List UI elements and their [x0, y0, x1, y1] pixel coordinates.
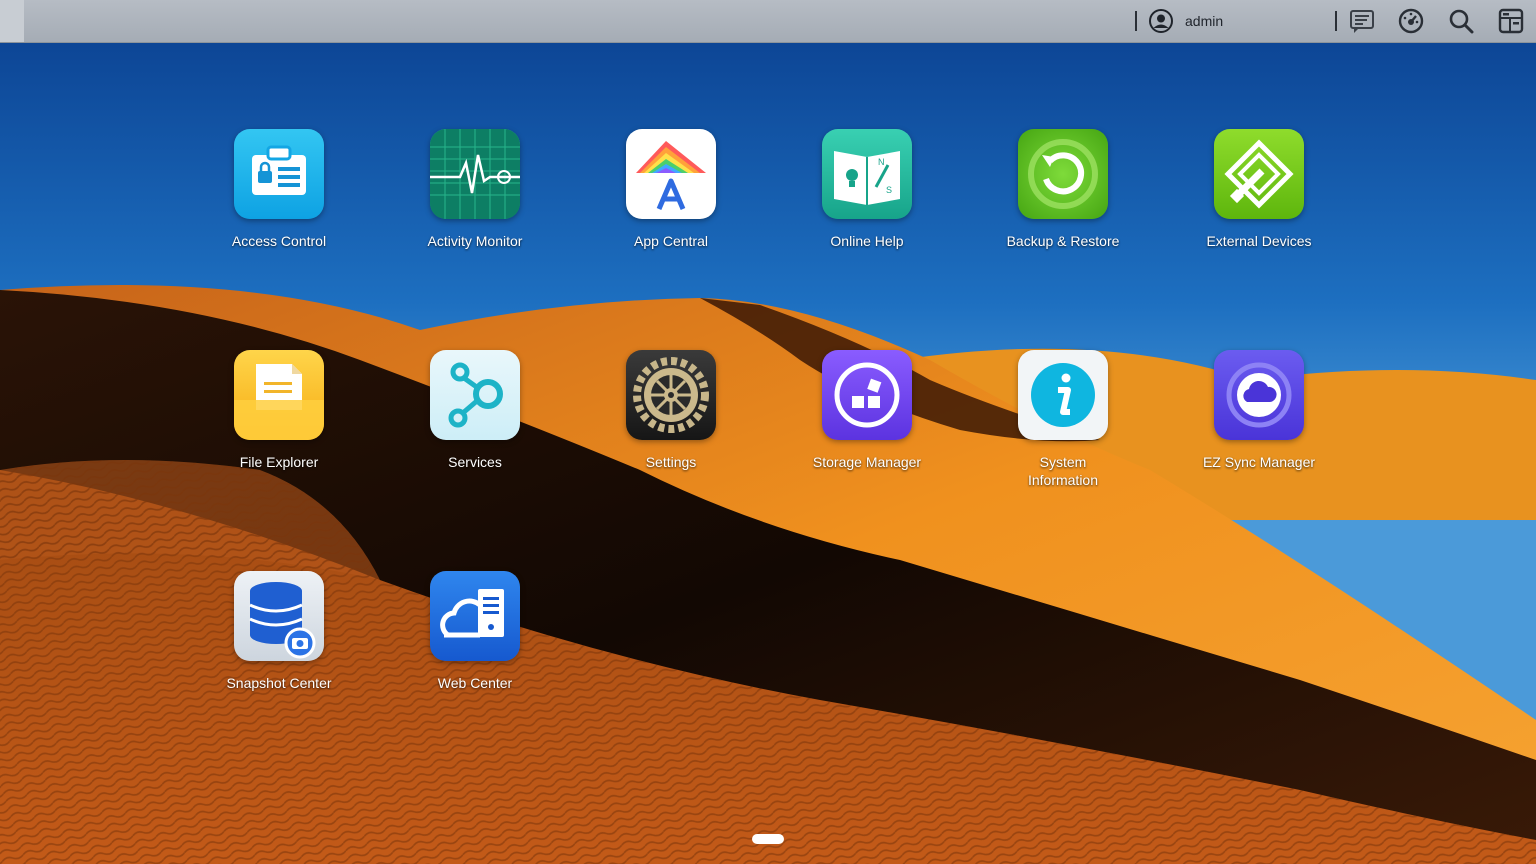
app-storage-manager[interactable]: Storage Manager	[772, 350, 962, 471]
app-access-control[interactable]: Access Control	[184, 129, 374, 250]
app-label: Activity Monitor	[427, 233, 523, 249]
app-external-devices[interactable]: External Devices	[1164, 129, 1354, 250]
service-nodes-icon	[430, 350, 520, 440]
app-web-center[interactable]: Web Center	[380, 571, 570, 692]
user-avatar-icon[interactable]	[1149, 9, 1173, 33]
app-label: File Explorer	[239, 454, 319, 470]
notification-message-icon[interactable]	[1349, 8, 1375, 34]
usb-device-icon	[1214, 129, 1304, 219]
app-online-help[interactable]: N S Online Help	[772, 129, 962, 250]
app-settings[interactable]: Settings	[576, 350, 766, 471]
app-label: Backup & Restore	[1006, 233, 1120, 249]
app-activity-monitor[interactable]: Activity Monitor	[380, 129, 570, 250]
search-icon[interactable]	[1448, 8, 1474, 34]
app-label: Storage Manager	[812, 454, 922, 470]
top-bar-left-cap	[0, 0, 24, 42]
id-card-icon	[234, 129, 324, 219]
info-icon	[1018, 350, 1108, 440]
top-bar-separator	[1135, 11, 1137, 31]
app-label: Web Center	[437, 675, 513, 691]
top-bar: admin	[0, 0, 1536, 43]
app-ez-sync-manager[interactable]: EZ Sync Manager	[1164, 350, 1354, 471]
gear-icon	[626, 350, 716, 440]
circular-arrow-icon	[1018, 129, 1108, 219]
database-camera-icon	[234, 571, 324, 661]
storage-blocks-icon	[822, 350, 912, 440]
app-services[interactable]: Services	[380, 350, 570, 471]
map-book-icon: N S	[822, 129, 912, 219]
app-label: EZ Sync Manager	[1202, 454, 1316, 470]
app-label: Access Control	[231, 233, 327, 249]
app-app-central[interactable]: App Central	[576, 129, 766, 250]
page-indicator[interactable]	[752, 834, 784, 844]
app-label: Online Help	[830, 233, 904, 249]
top-bar-separator	[1335, 11, 1337, 31]
username-label[interactable]: admin	[1185, 13, 1223, 29]
app-system-information[interactable]: System Information	[968, 350, 1158, 489]
app-label: External Devices	[1206, 233, 1312, 249]
app-snapshot-center[interactable]: Snapshot Center	[184, 571, 374, 692]
cloud-sync-icon	[1214, 350, 1304, 440]
heartbeat-monitor-icon	[430, 129, 520, 219]
app-backup-restore[interactable]: Backup & Restore	[968, 129, 1158, 250]
dashboard-gauge-icon[interactable]	[1398, 8, 1424, 34]
app-label: Settings	[645, 454, 697, 470]
cloud-server-icon	[430, 571, 520, 661]
app-label: Services	[448, 454, 502, 470]
app-label: System Information	[1027, 454, 1099, 488]
task-manager-icon[interactable]	[1498, 8, 1524, 34]
rainbow-a-icon	[626, 129, 716, 219]
app-label: Snapshot Center	[226, 675, 332, 691]
app-label: App Central	[634, 233, 708, 249]
app-file-explorer[interactable]: File Explorer	[184, 350, 374, 471]
svg-text:N: N	[878, 157, 885, 167]
svg-text:S: S	[886, 185, 892, 195]
folder-document-icon	[234, 350, 324, 440]
